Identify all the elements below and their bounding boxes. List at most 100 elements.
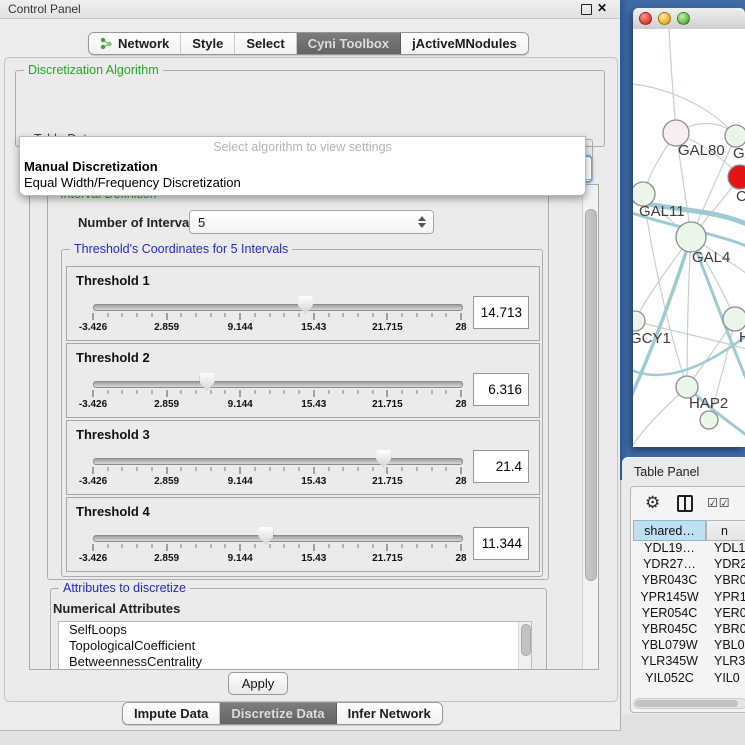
table-hscrollbar-thumb[interactable] — [635, 700, 738, 707]
minimize-traffic-light-icon[interactable] — [658, 12, 671, 25]
tab-jactivemnodules[interactable]: jActiveMNodules — [401, 33, 528, 54]
popup-item-equal-width-frequency[interactable]: Equal Width/Frequency Discretization — [24, 175, 241, 190]
column-header-name[interactable]: n — [706, 520, 745, 541]
table-row[interactable]: YER054CYER0 — [633, 606, 745, 622]
tab-impute-data[interactable]: Impute Data — [123, 703, 220, 724]
popup-hint-item[interactable]: Select algorithm to view settings — [20, 140, 585, 154]
threshold-slider-track[interactable] — [93, 381, 463, 388]
attributes-group-title: Attributes to discretize — [59, 581, 190, 595]
minor-tick — [137, 390, 138, 394]
minor-tick — [328, 544, 329, 548]
minor-tick — [431, 467, 432, 471]
column-header-shared-name[interactable]: shared… — [633, 520, 706, 541]
number-of-intervals-value: 5 — [198, 215, 205, 230]
tick-label: 15.43 — [301, 553, 326, 564]
tab-cyni-toolbox[interactable]: Cyni Toolbox — [297, 33, 401, 54]
cell-name: YIL0 — [706, 671, 745, 687]
major-tick — [313, 313, 314, 320]
zoom-traffic-light-icon[interactable] — [677, 12, 690, 25]
table-row[interactable]: YIL052CYIL0 — [633, 671, 745, 687]
network-node-label: GCY1 — [633, 330, 671, 347]
attribute-item[interactable]: SelfLoops — [59, 622, 531, 638]
number-of-intervals-combobox[interactable]: 5 — [189, 210, 434, 234]
table-row[interactable]: YBR043CYBR0 — [633, 573, 745, 589]
major-tick — [93, 390, 94, 397]
minor-tick — [107, 544, 108, 548]
minor-tick — [357, 313, 358, 317]
apply-button[interactable]: Apply — [228, 672, 288, 695]
tab-network[interactable]: Network — [89, 33, 181, 54]
network-node-gal4[interactable] — [676, 222, 706, 252]
control-panel-titlebar: Control Panel ✕ — [0, 0, 620, 19]
cell-shared-name: YDR27… — [633, 557, 706, 573]
threshold-slider-thumb[interactable] — [376, 450, 391, 468]
network-canvas[interactable]: GAL80GACGAL11GAL4GCY1HHAP2 — [633, 29, 745, 447]
threshold-value-field[interactable]: 21.4 — [473, 450, 529, 483]
tab-select[interactable]: Select — [235, 33, 296, 54]
tab-discretize-data[interactable]: Discretize Data — [220, 703, 336, 724]
threshold-slider-track[interactable] — [93, 458, 463, 465]
minor-tick — [107, 467, 108, 471]
discretization-algorithm-title: Discretization Algorithm — [24, 63, 163, 77]
table-row[interactable]: YBL079WYBL0 — [633, 638, 745, 654]
network-node-ga[interactable] — [725, 125, 745, 147]
close-icon[interactable]: ✕ — [597, 1, 607, 15]
minor-tick — [446, 467, 447, 471]
combo-spinner-icon — [418, 216, 426, 228]
network-node[interactable] — [700, 411, 718, 429]
major-tick — [461, 390, 462, 397]
thresholds-group-title: Threshold's Coordinates for 5 Intervals — [70, 242, 292, 256]
attribute-items: SelfLoopsTopologicalCoefficientBetweenne… — [59, 622, 531, 670]
cell-name: YDL1 — [706, 541, 745, 557]
minor-tick — [284, 313, 285, 317]
threshold-value-field[interactable]: 11.344 — [473, 527, 529, 560]
threshold-value-field[interactable]: 6.316 — [473, 373, 529, 406]
major-tick — [461, 467, 462, 474]
network-window-titlebar — [633, 8, 745, 30]
tab-style[interactable]: Style — [181, 33, 235, 54]
major-tick — [240, 544, 241, 551]
threshold-slider-thumb[interactable] — [200, 373, 215, 391]
major-tick — [166, 467, 167, 474]
table-row[interactable]: YDL19…YDL1 — [633, 541, 745, 557]
tick-label: -3.426 — [79, 399, 107, 410]
table-row[interactable]: YPR145WYPR1 — [633, 590, 745, 606]
tick-label: 21.715 — [372, 553, 403, 564]
network-node-h[interactable] — [723, 307, 745, 331]
select-columns-icon[interactable]: ☑☑ — [707, 496, 731, 510]
threshold-slider-track[interactable] — [93, 535, 463, 542]
settings-scrollbar-thumb[interactable] — [585, 209, 597, 581]
table-row[interactable]: YDR27…YDR2 — [633, 557, 745, 573]
gear-icon[interactable]: ⚙ — [645, 493, 660, 513]
minor-tick — [416, 467, 417, 471]
major-tick — [461, 313, 462, 320]
numerical-attributes-list[interactable]: SelfLoopsTopologicalCoefficientBetweenne… — [58, 621, 532, 670]
table-horizontal-scrollbar[interactable] — [633, 698, 745, 709]
thresholds-group: Threshold's Coordinates for 5 Intervals … — [61, 249, 543, 577]
attribute-item[interactable]: BetweennessCentrality — [59, 654, 531, 670]
attribute-item[interactable]: TopologicalCoefficient — [59, 638, 531, 654]
close-traffic-light-icon[interactable] — [639, 12, 652, 25]
tick-label: 9.144 — [228, 322, 253, 333]
minor-tick — [107, 313, 108, 317]
cell-name: YBR0 — [706, 622, 745, 638]
split-columns-icon[interactable] — [677, 495, 693, 512]
settings-vertical-scrollbar[interactable] — [582, 185, 598, 669]
attributes-scrollbar-thumb[interactable] — [521, 624, 531, 656]
network-node-label: GA — [733, 145, 745, 162]
table-row[interactable]: YLR345WYLR3 — [633, 654, 745, 670]
threshold-value-field[interactable]: 14.713 — [473, 296, 529, 329]
tab-infer-network[interactable]: Infer Network — [337, 703, 442, 724]
tick-label: 28 — [455, 399, 466, 410]
network-node-gcy1[interactable] — [633, 311, 645, 331]
popup-item-manual-discretization[interactable]: Manual Discretization — [24, 159, 158, 174]
network-node-c[interactable] — [728, 165, 745, 189]
table-row[interactable]: YBR045CYBR0 — [633, 622, 745, 638]
float-window-icon[interactable] — [581, 4, 592, 15]
cell-name: YDR2 — [706, 557, 745, 573]
threshold-slider-track[interactable] — [93, 304, 463, 311]
threshold-slider-thumb[interactable] — [258, 527, 273, 545]
attributes-scrollbar[interactable] — [518, 622, 531, 670]
tick-label: 2.859 — [154, 476, 179, 487]
threshold-slider-thumb[interactable] — [298, 296, 313, 314]
